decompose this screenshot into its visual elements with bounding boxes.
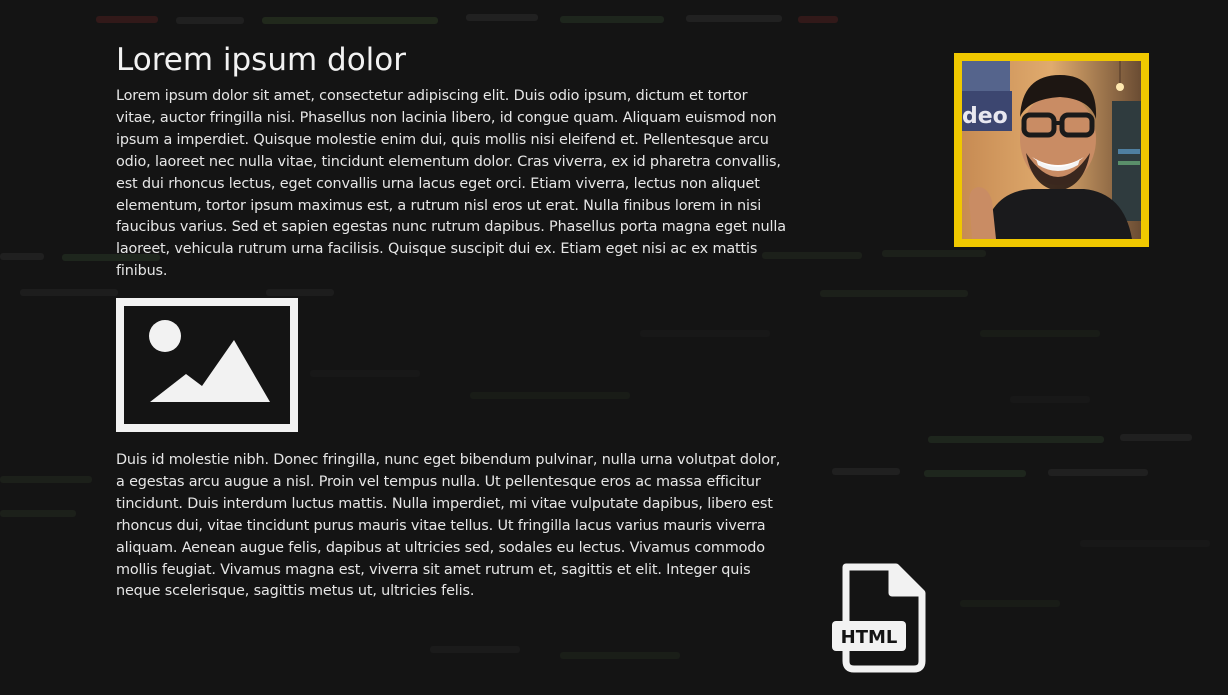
webcam-sign-text: deo: [962, 104, 1008, 129]
html-file-icon: HTML: [830, 563, 926, 673]
page-title: Lorem ipsum dolor: [116, 42, 406, 78]
body-paragraph-1: Lorem ipsum dolor sit amet, consectetur …: [116, 88, 786, 280]
html-file-label: HTML: [841, 627, 898, 648]
webcam-overlay: deo: [954, 53, 1149, 247]
image-placeholder-icon: [116, 298, 298, 432]
presenter-video: deo: [962, 61, 1141, 239]
body-paragraph-2: Duis id molestie nibh. Donec fringilla, …: [116, 452, 781, 600]
